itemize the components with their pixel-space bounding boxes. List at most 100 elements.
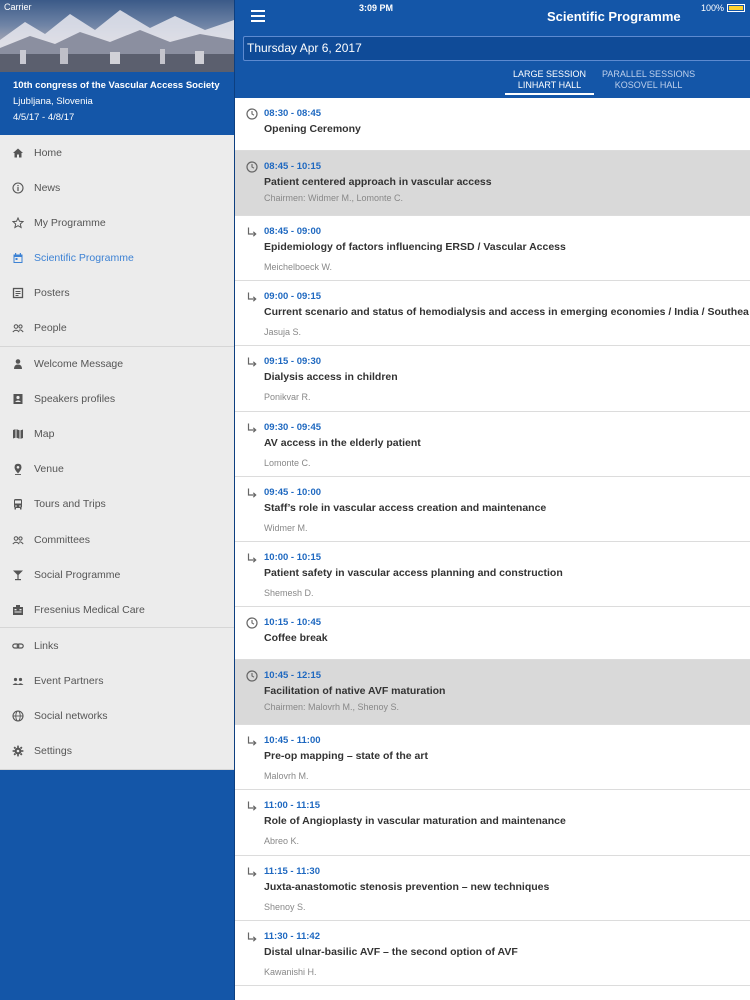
time-range: 11:00 - 11:15 bbox=[264, 800, 320, 812]
sidebar-item-speakers-profiles[interactable]: Speakers profiles bbox=[0, 382, 234, 417]
speaker-name: Widmer M. bbox=[264, 522, 308, 533]
session-row[interactable]: 10:45 - 12:15 Facilitation of native AVF … bbox=[235, 660, 750, 726]
talk-row[interactable]: 08:45 - 09:00 Epidemiology of factors inf… bbox=[235, 216, 750, 282]
time-range: 08:30 - 08:45 bbox=[264, 108, 322, 119]
sidebar-item-label: Posters bbox=[34, 286, 70, 299]
conference-dates: 4/5/17 - 4/8/17 bbox=[13, 112, 75, 123]
hall-tabs: LARGE SESSION LINHART HALL PARALLEL SESSIO… bbox=[505, 69, 703, 95]
tab-session-label: LARGE SESSION bbox=[513, 69, 587, 79]
programme-title: Patient centered approach in vascular ac… bbox=[264, 176, 492, 188]
speaker-name: Lomonte C. bbox=[264, 457, 311, 468]
sidebar-item-label: Speakers profiles bbox=[34, 393, 116, 406]
talk-row[interactable]: 11:30 - 11:42 Distal ulnar-basilic AVF – … bbox=[235, 920, 750, 986]
sidebar-item-committees[interactable]: Committees bbox=[0, 522, 234, 557]
speaker-name: Meichelboeck W. bbox=[264, 262, 333, 272]
time-range: 11:30 - 11:42 bbox=[264, 930, 320, 942]
sidebar-item-label: Fresenius Medical Care bbox=[34, 603, 145, 616]
sidebar-item-news[interactable]: News bbox=[0, 170, 234, 205]
sidebar-item-welcome-message[interactable]: Welcome Message bbox=[0, 347, 234, 382]
sidebar-item-social-networks[interactable]: Social networks bbox=[0, 699, 234, 734]
session-chairs: Chairmen: Malovrh M., Shenoy S. bbox=[264, 702, 400, 713]
pin-icon bbox=[12, 463, 24, 476]
clock-icon bbox=[246, 617, 258, 629]
speaker-name: Shenoy S. bbox=[264, 901, 306, 912]
talk-row[interactable]: 09:15 - 09:30 Dialysis access in children… bbox=[235, 346, 750, 412]
programme-title: Opening Ceremony bbox=[264, 123, 361, 135]
star-icon bbox=[12, 216, 24, 229]
talk-row[interactable]: 10:00 - 10:15 Patient safety in vascular … bbox=[235, 541, 750, 608]
gear-icon bbox=[12, 745, 24, 757]
sidebar-item-my-programme[interactable]: My Programme bbox=[0, 205, 234, 240]
session-chairs: Chairmen: Widmer M., Lomonte C. bbox=[264, 193, 404, 203]
sidebar-item-label: My Programme bbox=[34, 216, 106, 229]
sidebar-item-label: Event Partners bbox=[34, 674, 104, 687]
sidebar-item-label: Social networks bbox=[34, 710, 108, 723]
clock-icon bbox=[246, 670, 258, 682]
subitem-arrow-icon bbox=[246, 866, 258, 878]
time-range: 09:15 - 09:30 bbox=[264, 356, 322, 368]
tab-linhart-hall[interactable]: LARGE SESSION LINHART HALL bbox=[505, 69, 595, 95]
time-range: 10:45 - 12:15 bbox=[264, 670, 322, 682]
sidebar-item-fresenius-medical-care[interactable]: Fresenius Medical Care bbox=[0, 592, 234, 627]
talk-row[interactable]: 11:15 - 11:30 Juxta-anastomotic stenosis … bbox=[235, 855, 750, 921]
sidebar-item-people[interactable]: People bbox=[0, 310, 234, 345]
menu-group: Welcome Message Speakers profiles Map Venue… bbox=[0, 346, 234, 629]
group-icon bbox=[12, 534, 24, 546]
subitem-arrow-icon bbox=[246, 931, 258, 943]
programme-row[interactable]: 08:30 - 08:45 Opening Ceremony bbox=[235, 98, 750, 151]
sidebar-item-posters[interactable]: Posters bbox=[0, 275, 234, 310]
tab-hall-label: LINHART HALL bbox=[517, 80, 582, 90]
globe-icon bbox=[12, 710, 24, 722]
programme-title: Dialysis access in children bbox=[264, 371, 398, 384]
session-row[interactable]: 08:45 - 10:15 Patient centered approach i… bbox=[235, 151, 750, 216]
sidebar-item-label: Committees bbox=[34, 533, 91, 546]
sidebar-item-tours-and-trips[interactable]: Tours and Trips bbox=[0, 487, 234, 522]
sidebar-item-label: Settings bbox=[34, 745, 72, 758]
sidebar-item-home[interactable]: Home bbox=[0, 135, 234, 170]
programme-title: Epidemiology of factors influencing ERSD… bbox=[264, 241, 566, 253]
programme-title: Facilitation of native AVF maturation bbox=[264, 685, 446, 698]
time-range: 10:15 - 10:45 bbox=[264, 617, 322, 629]
sidebar-item-label: Tours and Trips bbox=[34, 498, 106, 511]
programme-title: AV access in the elderly patient bbox=[264, 436, 421, 449]
time-range: 09:45 - 10:00 bbox=[264, 486, 322, 498]
time-range: 10:45 - 11:00 bbox=[264, 735, 321, 747]
speaker-icon bbox=[12, 358, 24, 370]
clock-icon bbox=[246, 161, 258, 173]
sidebar-item-social-programme[interactable]: Social Programme bbox=[0, 557, 234, 592]
programme-row[interactable]: 10:15 - 10:45 Coffee break bbox=[235, 607, 750, 661]
sidebar-item-links[interactable]: Links bbox=[0, 628, 234, 663]
partners-icon bbox=[12, 675, 24, 687]
battery-status: 100% bbox=[701, 3, 745, 13]
talk-row[interactable]: 09:45 - 10:00 Staff’s role in vascular ac… bbox=[235, 476, 750, 542]
talk-row[interactable]: 11:00 - 11:15 Role of Angioplasty in vasc… bbox=[235, 790, 750, 856]
sidebar-item-scientific-programme[interactable]: Scientific Programme bbox=[0, 240, 234, 275]
programme-title: Juxta-anastomotic stenosis prevention – … bbox=[264, 880, 550, 893]
talk-row[interactable]: 09:30 - 09:45 AV access in the elderly pa… bbox=[235, 411, 750, 477]
date-selector[interactable]: Thursday Apr 6, 2017 bbox=[243, 36, 750, 61]
navigation-drawer: Carrier 10th congress of the Vascular Ac… bbox=[0, 0, 234, 1000]
sidebar-item-label: Home bbox=[34, 146, 63, 159]
conference-title: 10th congress of the Vascular Access Soc… bbox=[13, 80, 220, 91]
speaker-name: Jasuja S. bbox=[264, 327, 302, 338]
page-title: Scientific Programme bbox=[547, 9, 681, 24]
sidebar-item-label: Map bbox=[34, 428, 55, 441]
menu-group: Links Event Partners Social networks Settin… bbox=[0, 628, 234, 770]
sidebar-item-settings[interactable]: Settings bbox=[0, 734, 234, 769]
talk-row[interactable]: 10:45 - 11:00 Pre-op mapping – state of t… bbox=[235, 725, 750, 791]
sidebar-item-event-partners[interactable]: Event Partners bbox=[0, 663, 234, 698]
map-icon bbox=[12, 428, 24, 440]
speaker-name: Ponikvar R. bbox=[264, 392, 311, 403]
sidebar-item-label: Social Programme bbox=[34, 568, 121, 581]
talk-row[interactable]: 09:00 - 09:15 Current scenario and status… bbox=[235, 281, 750, 347]
time-range: 08:45 - 09:00 bbox=[264, 226, 322, 237]
sidebar-item-label: Links bbox=[34, 639, 59, 652]
carrier-label: Carrier bbox=[4, 2, 32, 12]
sidebar-item-venue[interactable]: Venue bbox=[0, 452, 234, 487]
menu-icon[interactable] bbox=[251, 10, 265, 22]
subitem-arrow-icon bbox=[246, 356, 258, 368]
time-range: 10:00 - 10:15 bbox=[264, 551, 322, 563]
tab-kosovel-hall[interactable]: PARALLEL SESSIONS KOSOVEL HALL bbox=[594, 69, 703, 95]
programme-list: 08:30 - 08:45 Opening Ceremony 08:45 - 10:… bbox=[235, 98, 750, 986]
sidebar-item-map[interactable]: Map bbox=[0, 417, 234, 452]
